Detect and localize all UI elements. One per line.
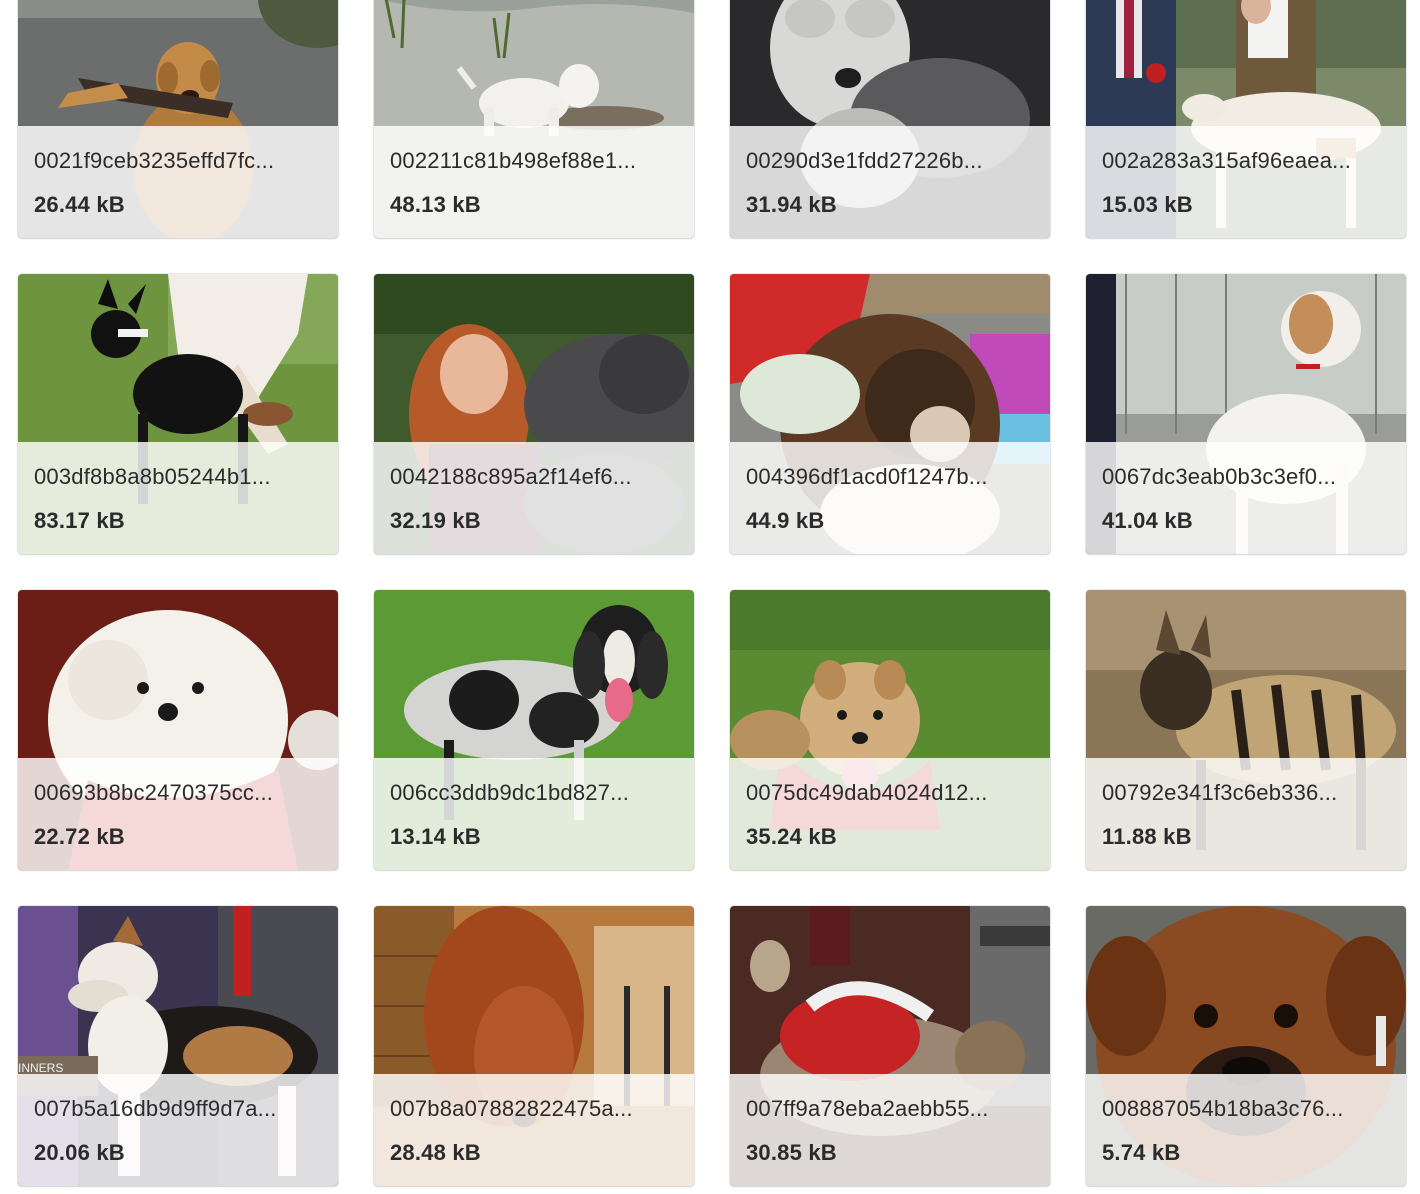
file-size: 15.03 kB xyxy=(1102,192,1193,217)
card-info-overlay: 002211c81b498ef88e1... 48.13 kB xyxy=(374,126,694,238)
file-name: 002211c81b498ef88e1... xyxy=(390,148,637,173)
gallery-card[interactable]: 00792e341f3c6eb336... 11.88 kB xyxy=(1086,590,1406,870)
file-name: 007b5a16db9d9ff9d7a... xyxy=(34,1096,277,1121)
file-size: 44.9 kB xyxy=(746,508,825,533)
gallery-card[interactable]: 00290d3e1fdd27226b... 31.94 kB xyxy=(730,0,1050,238)
show-banner-text: INNERS xyxy=(18,1061,63,1075)
file-name: 0042188c895a2f14ef6... xyxy=(390,464,632,489)
file-size: 48.13 kB xyxy=(390,192,481,217)
file-size: 30.85 kB xyxy=(746,1140,837,1165)
card-info-overlay: 008887054b18ba3c76... 5.74 kB xyxy=(1086,1074,1406,1186)
card-info-overlay: 004396df1acd0f1247b... 44.9 kB xyxy=(730,442,1050,554)
card-info-overlay: 002a283a315af96eaea... 15.03 kB xyxy=(1086,126,1406,238)
gallery-card[interactable]: 007b8a07882822475a... 28.48 kB xyxy=(374,906,694,1186)
file-name: 0067dc3eab0b3c3ef0... xyxy=(1102,464,1337,489)
file-name: 00792e341f3c6eb336... xyxy=(1102,780,1338,805)
file-size: 28.48 kB xyxy=(390,1140,481,1165)
file-name: 006cc3ddb9dc1bd827... xyxy=(390,780,630,805)
card-info-overlay: 00290d3e1fdd27226b... 31.94 kB xyxy=(730,126,1050,238)
file-name: 00290d3e1fdd27226b... xyxy=(746,148,983,173)
file-name: 007ff9a78eba2aebb55... xyxy=(746,1096,989,1121)
card-info-overlay: 0021f9ceb3235effd7fc... 26.44 kB xyxy=(18,126,338,238)
card-info-overlay: 0067dc3eab0b3c3ef0... 41.04 kB xyxy=(1086,442,1406,554)
file-size: 11.88 kB xyxy=(1102,824,1192,849)
file-size: 32.19 kB xyxy=(390,508,481,533)
gallery-card[interactable]: INNERS 007b5a16db9d9ff9d7a... 20.06 kB xyxy=(18,906,338,1186)
file-name: 008887054b18ba3c76... xyxy=(1102,1096,1344,1121)
file-name: 004396df1acd0f1247b... xyxy=(746,464,988,489)
file-size: 5.74 kB xyxy=(1102,1140,1181,1165)
file-size: 26.44 kB xyxy=(34,192,125,217)
card-info-overlay: 007b8a07882822475a... 28.48 kB xyxy=(374,1074,694,1186)
card-info-overlay: 0042188c895a2f14ef6... 32.19 kB xyxy=(374,442,694,554)
gallery-card[interactable]: 00693b8bc2470375cc... 22.72 kB xyxy=(18,590,338,870)
card-info-overlay: 006cc3ddb9dc1bd827... 13.14 kB xyxy=(374,758,694,870)
card-info-overlay: 003df8b8a8b05244b1... 83.17 kB xyxy=(18,442,338,554)
file-size: 83.17 kB xyxy=(34,508,125,533)
file-name: 0021f9ceb3235effd7fc... xyxy=(34,148,275,173)
image-gallery-grid: 0021f9ceb3235effd7fc... 26.44 kB 002211c… xyxy=(0,0,1420,1194)
file-size: 20.06 kB xyxy=(34,1140,125,1165)
card-info-overlay: 007b5a16db9d9ff9d7a... 20.06 kB xyxy=(18,1074,338,1186)
gallery-card[interactable]: 007ff9a78eba2aebb55... 30.85 kB xyxy=(730,906,1050,1186)
card-info-overlay: 007ff9a78eba2aebb55... 30.85 kB xyxy=(730,1074,1050,1186)
file-name: 0075dc49dab4024d12... xyxy=(746,780,988,805)
gallery-card[interactable]: 0021f9ceb3235effd7fc... 26.44 kB xyxy=(18,0,338,238)
gallery-card[interactable]: 0067dc3eab0b3c3ef0... 41.04 kB xyxy=(1086,274,1406,554)
file-size: 41.04 kB xyxy=(1102,508,1193,533)
gallery-card[interactable]: 003df8b8a8b05244b1... 83.17 kB xyxy=(18,274,338,554)
card-info-overlay: 00693b8bc2470375cc... 22.72 kB xyxy=(18,758,338,870)
file-name: 002a283a315af96eaea... xyxy=(1102,148,1352,173)
gallery-card[interactable]: 002211c81b498ef88e1... 48.13 kB xyxy=(374,0,694,238)
file-size: 31.94 kB xyxy=(746,192,837,217)
file-size: 22.72 kB xyxy=(34,824,125,849)
card-info-overlay: 0075dc49dab4024d12... 35.24 kB xyxy=(730,758,1050,870)
gallery-card[interactable]: 0042188c895a2f14ef6... 32.19 kB xyxy=(374,274,694,554)
gallery-card[interactable]: 0075dc49dab4024d12... 35.24 kB xyxy=(730,590,1050,870)
file-name: 003df8b8a8b05244b1... xyxy=(34,464,271,489)
file-name: 00693b8bc2470375cc... xyxy=(34,780,274,805)
file-size: 35.24 kB xyxy=(746,824,837,849)
gallery-card[interactable]: 004396df1acd0f1247b... 44.9 kB xyxy=(730,274,1050,554)
gallery-card[interactable]: 002a283a315af96eaea... 15.03 kB xyxy=(1086,0,1406,238)
gallery-card[interactable]: 008887054b18ba3c76... 5.74 kB xyxy=(1086,906,1406,1186)
file-name: 007b8a07882822475a... xyxy=(390,1096,633,1121)
file-size: 13.14 kB xyxy=(390,824,481,849)
gallery-card[interactable]: 006cc3ddb9dc1bd827... 13.14 kB xyxy=(374,590,694,870)
card-info-overlay: 00792e341f3c6eb336... 11.88 kB xyxy=(1086,758,1406,870)
